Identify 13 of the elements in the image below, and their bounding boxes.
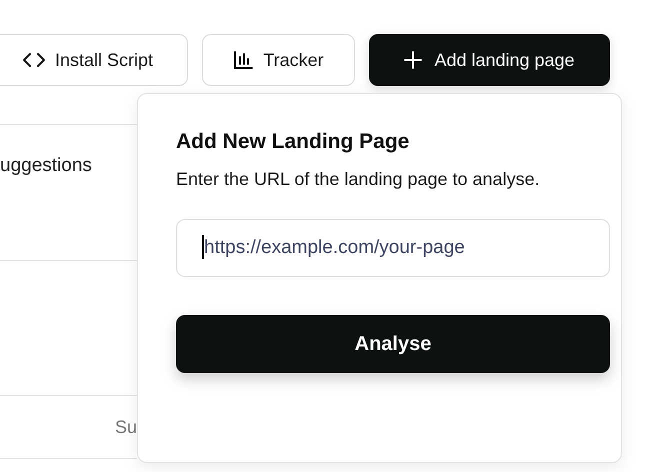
popover-description: Enter the URL of the landing page to analyse. bbox=[176, 168, 541, 191]
toolbar-button[interactable]: Install Script bbox=[0, 34, 188, 86]
toolbar-button[interactable]: Tracker bbox=[202, 34, 355, 86]
analyse-button[interactable]: Analyse bbox=[176, 315, 610, 373]
text-cursor bbox=[202, 235, 204, 259]
url-field[interactable]: https://example.com/your-page bbox=[176, 219, 610, 277]
bar-chart-icon bbox=[233, 50, 254, 70]
plus-icon bbox=[404, 51, 422, 69]
code-icon bbox=[22, 51, 45, 69]
table-cell-text: uggestions bbox=[0, 154, 93, 177]
popover-title: Add New Landing Page bbox=[176, 130, 410, 154]
table-cell: Su bbox=[114, 416, 137, 438]
toolbar-button[interactable]: Add landing page bbox=[369, 34, 610, 86]
